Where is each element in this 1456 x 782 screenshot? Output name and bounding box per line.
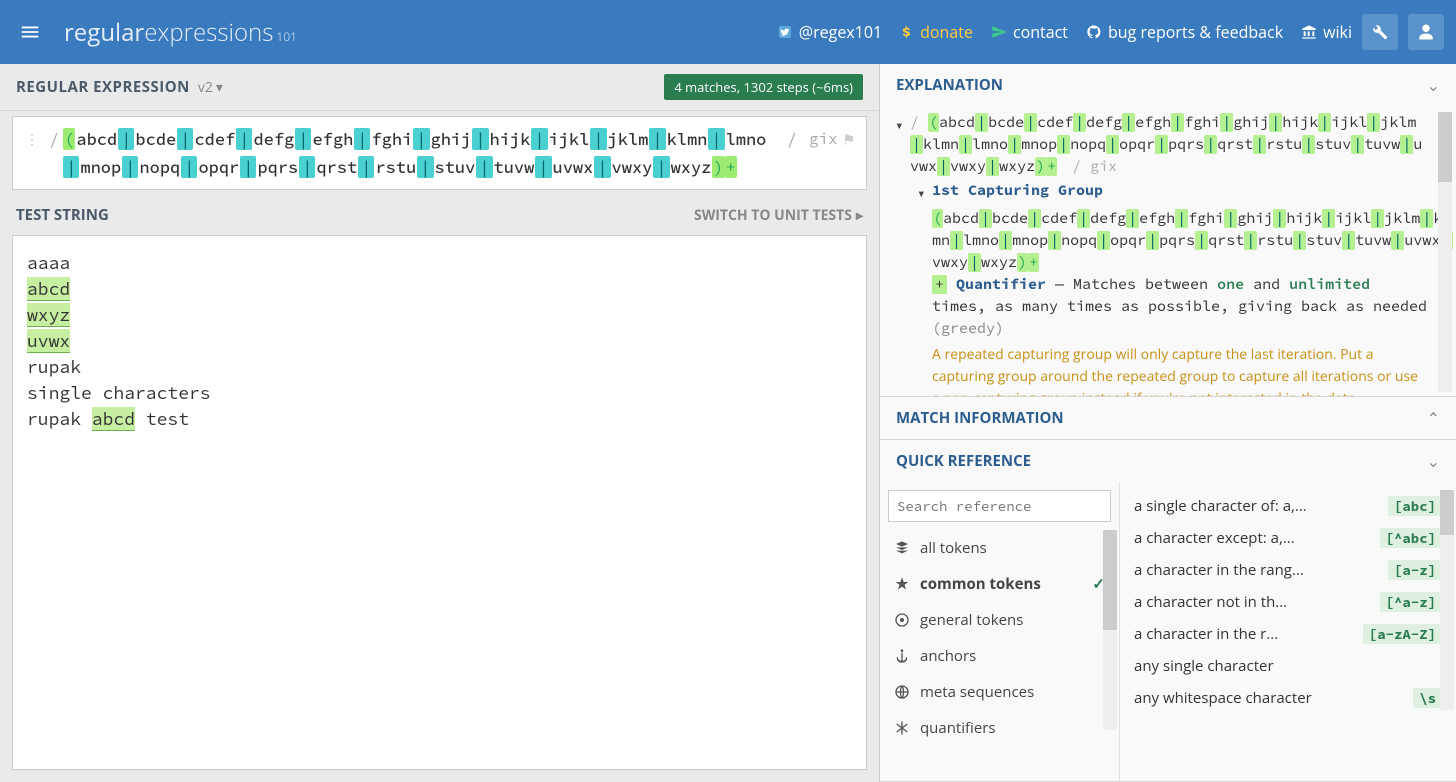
- explanation-body: ▼ / (abcd|bcde|cdef|defg|efgh|fghi|ghij|…: [880, 106, 1456, 396]
- chevron-up-icon[interactable]: ⌃: [1427, 407, 1440, 429]
- quickref-header[interactable]: QUICK REFERENCE ⌄: [880, 440, 1456, 482]
- test-text: aaaa: [27, 251, 70, 274]
- greedy-label: (greedy): [932, 318, 1456, 340]
- hamburger-icon: [19, 21, 41, 43]
- quickref-body: all tokenscommon tokens✓general tokensan…: [880, 482, 1456, 781]
- switch-unit-tests[interactable]: SWITCH TO UNIT TESTS ▸: [694, 206, 863, 225]
- match-highlight: wxyz: [27, 303, 70, 327]
- group-pattern: (abcd|bcde|cdef|defg|efgh|fghi|ghij|hijk…: [932, 209, 1453, 272]
- explanation-header[interactable]: EXPLANATION ⌄: [880, 64, 1456, 106]
- collapse-toggle[interactable]: ▼: [896, 116, 910, 138]
- logo[interactable]: regularexpressions101: [64, 16, 297, 49]
- test-title: TEST STRING: [16, 205, 109, 225]
- ast-icon: [894, 720, 910, 736]
- match-badge: 4 matches, 1302 steps (~6ms): [664, 74, 863, 100]
- regex-flags[interactable]: gix: [809, 125, 838, 153]
- anchor-icon: [894, 648, 910, 664]
- regex-input[interactable]: ⋮ / (abcd|bcde|cdef|defg|efgh|fghi|ghij|…: [12, 116, 867, 190]
- explanation-title: EXPLANATION: [896, 75, 1003, 95]
- wrench-icon: [1371, 23, 1389, 41]
- collapse-toggle[interactable]: ▼: [918, 184, 932, 206]
- app-header: regularexpressions101 @regex101 donate con…: [0, 0, 1456, 64]
- nav-links: @regex101 donate contact bug reports & feed…: [777, 21, 1352, 43]
- match-highlight: abcd: [27, 277, 70, 301]
- qr-cat-meta-sequences[interactable]: meta sequences: [888, 674, 1111, 710]
- qr-cat-quantifiers[interactable]: quantifiers: [888, 710, 1111, 746]
- regex-delimiter: /: [787, 125, 797, 153]
- scroll-thumb[interactable]: [1440, 490, 1454, 535]
- chevron-down-icon[interactable]: ⌄: [1427, 450, 1440, 472]
- logo-sub: 101: [276, 28, 297, 45]
- quickref-items: a single character of: a,...[abc]a chara…: [1120, 482, 1456, 781]
- qr-item[interactable]: a character in the r...[a-zA-Z]: [1120, 618, 1456, 650]
- tools-button[interactable]: [1362, 14, 1398, 50]
- globe-icon: [894, 684, 910, 700]
- menu-button[interactable]: [12, 14, 48, 50]
- star-icon: [894, 576, 910, 592]
- scroll-thumb[interactable]: [1103, 530, 1117, 630]
- right-panel: EXPLANATION ⌄ ▼ / (abcd|bcde|cdef|defg|e…: [879, 64, 1456, 782]
- quickref-categories: all tokenscommon tokens✓general tokensan…: [880, 482, 1120, 781]
- chevron-down-icon: ▾: [216, 78, 223, 97]
- quantifier-line: + Quantifier — Matches between one and u…: [932, 274, 1456, 296]
- target-icon: [894, 612, 910, 628]
- match-highlight: uvwx: [27, 329, 70, 353]
- test-text: rupak: [27, 407, 92, 430]
- qr-item[interactable]: a character not in th...[^a-z]: [1120, 586, 1456, 618]
- qr-cat-anchors[interactable]: anchors: [888, 638, 1111, 674]
- nav-bug-reports-feedback[interactable]: bug reports & feedback: [1086, 21, 1283, 43]
- test-string-input[interactable]: aaaa abcd wxyz uvwx rupak single charact…: [12, 235, 867, 770]
- nav-wiki[interactable]: wiki: [1301, 21, 1352, 43]
- nav-donate[interactable]: donate: [900, 21, 973, 43]
- version-selector[interactable]: v2 ▾: [198, 78, 223, 97]
- qr-cat-all-tokens[interactable]: all tokens: [888, 530, 1111, 566]
- chevron-down-icon[interactable]: ⌄: [1427, 74, 1440, 96]
- stack-icon: [894, 540, 910, 556]
- left-panel: REGULAR EXPRESSION v2 ▾ 4 matches, 1302 …: [0, 64, 879, 782]
- regex-title: REGULAR EXPRESSION: [16, 77, 190, 97]
- flag-icon[interactable]: ⚑: [844, 125, 854, 153]
- test-text: single characters: [27, 381, 211, 404]
- scrollbar[interactable]: [1103, 530, 1117, 730]
- regex-header: REGULAR EXPRESSION v2 ▾ 4 matches, 1302 …: [0, 64, 879, 111]
- qr-item[interactable]: a character except: a,...[^abc]: [1120, 522, 1456, 554]
- quickref-title: QUICK REFERENCE: [896, 451, 1031, 471]
- match-info-title: MATCH INFORMATION: [896, 408, 1064, 428]
- test-header: TEST STRING SWITCH TO UNIT TESTS ▸: [0, 195, 879, 235]
- qr-item[interactable]: any whitespace character\s: [1120, 682, 1456, 714]
- scrollbar[interactable]: [1440, 490, 1454, 710]
- warning-text: A repeated capturing group will only cap…: [932, 344, 1456, 396]
- qr-cat-general-tokens[interactable]: general tokens: [888, 602, 1111, 638]
- logo-text-a: regular: [64, 16, 144, 49]
- regex-delimiter: /: [49, 125, 59, 153]
- match-info-header[interactable]: MATCH INFORMATION ⌃: [880, 397, 1456, 439]
- qr-cat-common-tokens[interactable]: common tokens✓: [888, 566, 1111, 602]
- match-highlight: abcd: [92, 407, 135, 431]
- logo-text-b: expressions: [144, 16, 273, 49]
- qr-item[interactable]: a character in the rang...[a-z]: [1120, 554, 1456, 586]
- user-icon: [1417, 23, 1435, 41]
- chevron-right-icon: ▸: [856, 206, 863, 225]
- scrollbar[interactable]: [1438, 112, 1452, 392]
- qr-item[interactable]: a single character of: a,...[abc]: [1120, 490, 1456, 522]
- drag-handle-icon[interactable]: ⋮: [25, 125, 39, 153]
- user-button[interactable]: [1408, 14, 1444, 50]
- test-text: rupak: [27, 355, 81, 378]
- capturing-group-label: 1st Capturing Group: [932, 180, 1103, 202]
- nav--regex101[interactable]: @regex101: [777, 21, 882, 43]
- test-text: test: [135, 407, 189, 430]
- search-reference-input[interactable]: [888, 490, 1111, 522]
- quantifier-desc: times, as many times as possible, giving…: [932, 296, 1456, 318]
- qr-item[interactable]: any single character: [1120, 650, 1456, 682]
- regex-pattern[interactable]: (abcd|bcde|cdef|defg|efgh|fghi|ghij|hijk…: [63, 125, 783, 181]
- scroll-thumb[interactable]: [1438, 112, 1452, 182]
- nav-contact[interactable]: contact: [991, 21, 1068, 43]
